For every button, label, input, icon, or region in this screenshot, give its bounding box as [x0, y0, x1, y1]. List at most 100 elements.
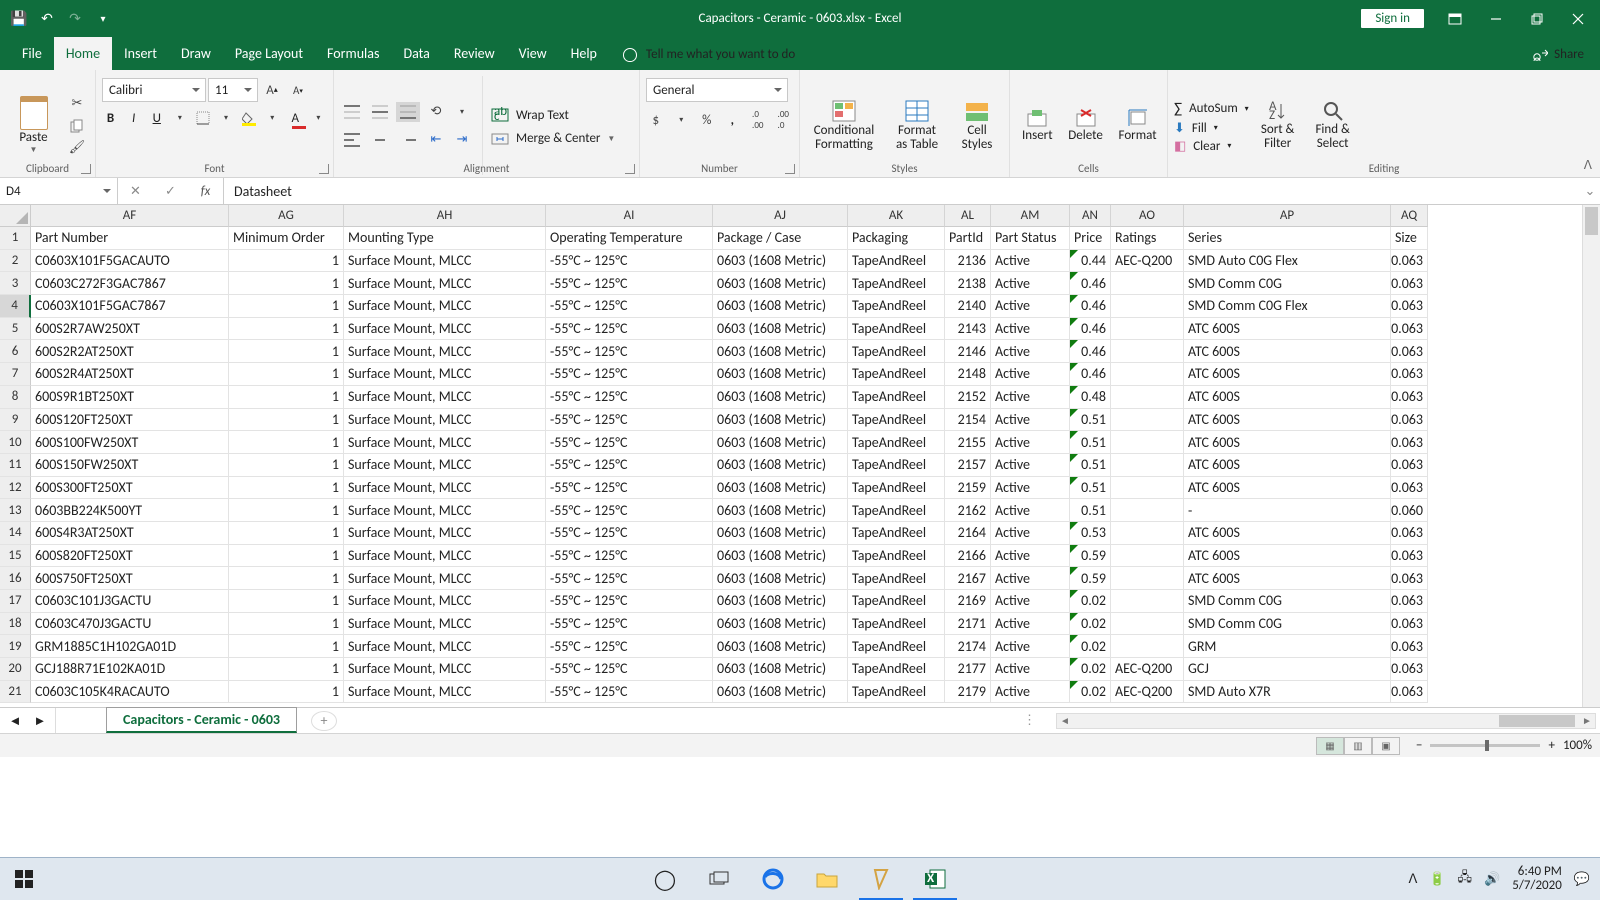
underline-button[interactable]: U	[148, 108, 165, 128]
cell[interactable]: Minimum Order	[229, 227, 344, 250]
cell[interactable]: -55°C ~ 125°C	[546, 590, 713, 613]
format-painter-icon[interactable]: 🖌	[65, 138, 89, 158]
cell[interactable]: 0603 (1608 Metric)	[713, 454, 848, 477]
vertical-scrollbar[interactable]	[1582, 205, 1600, 707]
network-icon[interactable]: 🖧	[1458, 868, 1473, 890]
row-header[interactable]: 5	[0, 318, 31, 341]
cell[interactable]: Active	[991, 363, 1070, 386]
cell[interactable]	[1111, 295, 1184, 318]
font-color-icon[interactable]: A	[287, 108, 304, 128]
autosum-button[interactable]: ∑ AutoSum ▾	[1174, 100, 1249, 118]
decrease-decimal-icon[interactable]: .00.0	[774, 110, 794, 130]
cell[interactable]: 1	[229, 613, 344, 636]
row-header[interactable]: 10	[0, 431, 31, 454]
cell[interactable]: 1	[229, 363, 344, 386]
file-explorer-icon[interactable]	[801, 858, 853, 900]
clipboard-launcher[interactable]	[81, 164, 91, 174]
cell[interactable]: -55°C ~ 125°C	[546, 522, 713, 545]
row-header[interactable]: 2	[0, 250, 31, 273]
cell[interactable]: TapeAndReel	[848, 613, 945, 636]
cell[interactable]: 2174	[945, 635, 991, 658]
row-header[interactable]: 13	[0, 499, 31, 522]
cell[interactable]: C0603X101F5GAC7867	[31, 295, 229, 318]
cell[interactable]: 0.063	[1391, 318, 1428, 341]
tab-home[interactable]: Home	[54, 37, 112, 70]
tray-chevron-icon[interactable]: ᐱ	[1408, 872, 1417, 887]
cell[interactable]: TapeAndReel	[848, 590, 945, 613]
row-header[interactable]: 1	[0, 227, 31, 250]
cell[interactable]: TapeAndReel	[848, 477, 945, 500]
cell[interactable]: -55°C ~ 125°C	[546, 431, 713, 454]
tell-me-search[interactable]: Tell me what you want to do	[609, 39, 809, 70]
zoom-slider[interactable]	[1430, 744, 1540, 747]
wrap-text-button[interactable]: abc Wrap Text	[491, 107, 569, 123]
cell[interactable]: 0603 (1608 Metric)	[713, 431, 848, 454]
cell[interactable]: 600S9R1BT250XT	[31, 386, 229, 409]
cell[interactable]: Part Number	[31, 227, 229, 250]
align-left-icon[interactable]	[340, 130, 364, 150]
cell[interactable]: 1	[229, 454, 344, 477]
cell[interactable]: 0.063	[1391, 431, 1428, 454]
cell[interactable]: SMD Auto C0G Flex	[1184, 250, 1391, 273]
cell[interactable]: 0603 (1608 Metric)	[713, 363, 848, 386]
decrease-font-icon[interactable]: A▾	[286, 80, 310, 100]
cell[interactable]	[1111, 454, 1184, 477]
cell[interactable]: 0.46	[1070, 295, 1111, 318]
tab-insert[interactable]: Insert	[112, 37, 169, 70]
cell[interactable]: 0603 (1608 Metric)	[713, 477, 848, 500]
cell[interactable]: -55°C ~ 125°C	[546, 613, 713, 636]
name-box[interactable]: D4	[0, 178, 118, 204]
cell[interactable]: 0603 (1608 Metric)	[713, 318, 848, 341]
cell[interactable]: 0603 (1608 Metric)	[713, 635, 848, 658]
cell[interactable]: 0.59	[1070, 545, 1111, 568]
cell[interactable]: 0.063	[1391, 545, 1428, 568]
cell[interactable]: C0603C470J3GACTU	[31, 613, 229, 636]
cell[interactable]: Surface Mount, MLCC	[344, 250, 546, 273]
row-header[interactable]: 6	[0, 340, 31, 363]
cell[interactable]: Surface Mount, MLCC	[344, 522, 546, 545]
cell[interactable]: -55°C ~ 125°C	[546, 499, 713, 522]
fill-color-icon[interactable]	[241, 108, 258, 128]
cell[interactable]: 1	[229, 499, 344, 522]
cell[interactable]: Surface Mount, MLCC	[344, 658, 546, 681]
cell[interactable]: TapeAndReel	[848, 658, 945, 681]
column-header[interactable]: AK	[848, 205, 945, 227]
cell[interactable]: 600S300FT250XT	[31, 477, 229, 500]
cell[interactable]: Active	[991, 545, 1070, 568]
cell[interactable]: 600S2R2AT250XT	[31, 340, 229, 363]
cell[interactable]: ATC 600S	[1184, 522, 1391, 545]
cell[interactable]: Surface Mount, MLCC	[344, 454, 546, 477]
undo-icon[interactable]: ↶	[34, 6, 60, 32]
maximize-button[interactable]	[1517, 5, 1557, 33]
cell[interactable]: 2148	[945, 363, 991, 386]
row-header[interactable]: 7	[0, 363, 31, 386]
cell[interactable]: Surface Mount, MLCC	[344, 272, 546, 295]
cell[interactable]: 0603 (1608 Metric)	[713, 340, 848, 363]
cell[interactable]: 2143	[945, 318, 991, 341]
cell[interactable]: 1	[229, 658, 344, 681]
tab-draw[interactable]: Draw	[169, 37, 223, 70]
column-header[interactable]: AL	[945, 205, 991, 227]
cell[interactable]	[1111, 272, 1184, 295]
action-center-icon[interactable]: 💬	[1574, 872, 1590, 887]
cell[interactable]: 1	[229, 295, 344, 318]
cell[interactable]: 600S2R4AT250XT	[31, 363, 229, 386]
cell[interactable]: Active	[991, 567, 1070, 590]
cell[interactable]: Surface Mount, MLCC	[344, 567, 546, 590]
cell[interactable]: SMD Comm C0G	[1184, 590, 1391, 613]
cell[interactable]: Surface Mount, MLCC	[344, 681, 546, 704]
cell[interactable]: C0603C272F3GAC7867	[31, 272, 229, 295]
cell[interactable]: 1	[229, 409, 344, 432]
cell[interactable]: 1	[229, 477, 344, 500]
cell[interactable]: Surface Mount, MLCC	[344, 635, 546, 658]
cell[interactable]: TapeAndReel	[848, 386, 945, 409]
cell[interactable]: GCJ188R71E102KA01D	[31, 658, 229, 681]
cell[interactable]: 0603 (1608 Metric)	[713, 499, 848, 522]
cell[interactable]: 0.46	[1070, 340, 1111, 363]
row-header[interactable]: 18	[0, 613, 31, 636]
row-header[interactable]: 12	[0, 477, 31, 500]
cell[interactable]: 0.02	[1070, 613, 1111, 636]
cell[interactable]: -55°C ~ 125°C	[546, 295, 713, 318]
cell[interactable]: Surface Mount, MLCC	[344, 431, 546, 454]
cell[interactable]: ATC 600S	[1184, 567, 1391, 590]
